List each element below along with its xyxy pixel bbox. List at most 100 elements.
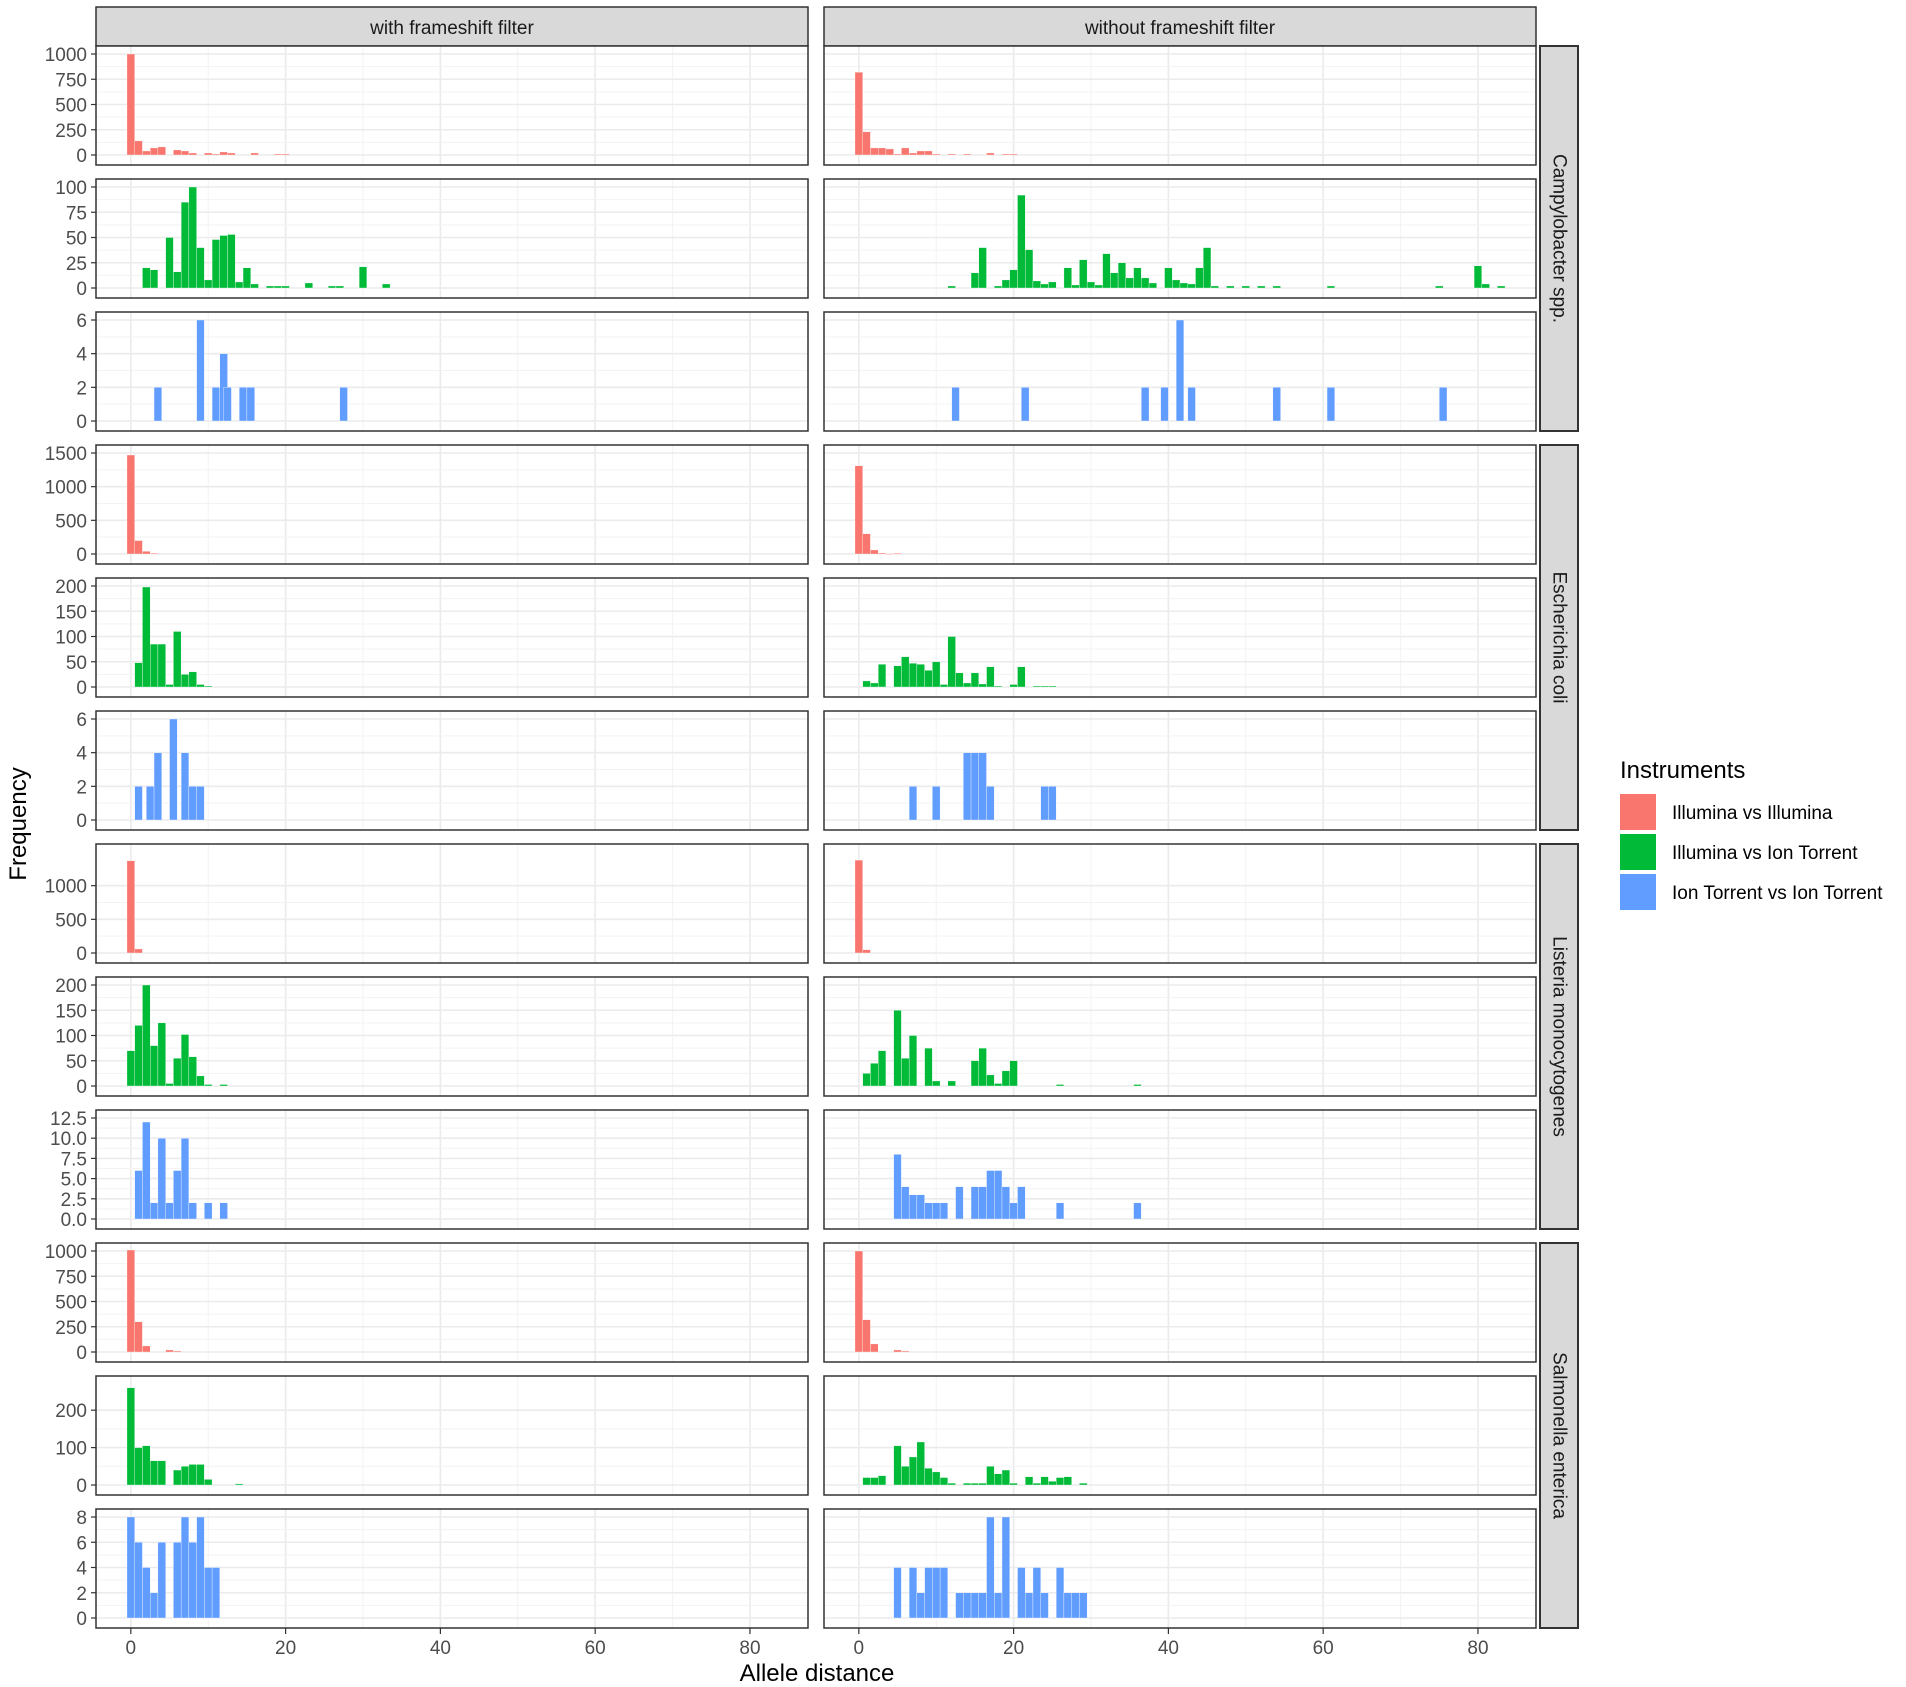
histogram-bar <box>227 234 236 289</box>
histogram-bar <box>901 1058 910 1087</box>
histogram-bar <box>188 786 197 821</box>
histogram-bar <box>970 272 979 289</box>
histogram-bar <box>939 1477 949 1486</box>
histogram-bar <box>963 153 972 156</box>
histogram-bar <box>1001 1469 1010 1486</box>
y-tick-label: 0 <box>76 146 87 167</box>
y-tick-label: 2 <box>76 378 87 399</box>
histogram-bar <box>180 674 190 688</box>
histogram-bar <box>250 283 259 289</box>
histogram-bar <box>970 752 979 821</box>
histogram-bar <box>1141 277 1150 289</box>
panel-background <box>824 46 1536 165</box>
histogram-bar <box>196 1464 205 1486</box>
x-tick-label-without-filter: 0 <box>854 1638 865 1659</box>
histogram-bar <box>134 1170 143 1220</box>
histogram-bar <box>235 1483 244 1486</box>
y-tick-label: 4 <box>76 345 87 366</box>
histogram-bar <box>893 1349 902 1353</box>
y-tick-label: 750 <box>55 1267 87 1288</box>
histogram-bar <box>1179 282 1188 289</box>
histogram-bar <box>126 1516 135 1619</box>
histogram-bar <box>273 285 282 289</box>
histogram-bar <box>173 631 182 688</box>
legend-key-illumina-vs-illumina <box>1620 794 1656 830</box>
histogram-bar <box>955 1186 964 1220</box>
histogram-bar <box>1040 1592 1049 1619</box>
y-tick-label: 200 <box>55 976 87 997</box>
histogram-bar <box>1326 387 1335 422</box>
y-axis-title: Frequency <box>5 767 32 880</box>
histogram-bar <box>165 1083 174 1087</box>
panel-background <box>824 1243 1536 1362</box>
histogram-bar <box>963 1482 972 1486</box>
histogram-bar <box>1148 282 1157 289</box>
y-tick-label: 0 <box>76 545 87 566</box>
y-tick-label: 1000 <box>45 478 87 499</box>
histogram-bar <box>173 149 182 156</box>
histogram-bar <box>1203 247 1212 289</box>
histogram-bar <box>219 151 228 156</box>
histogram-bar <box>281 153 290 156</box>
histogram-bar <box>165 684 174 688</box>
histogram-bar <box>204 1084 213 1087</box>
panel-listeria-monocytogenes-illumina-vs-illumina-without-filter <box>823 843 1537 964</box>
histogram-bar <box>1009 684 1018 688</box>
y-tick-label: 1000 <box>45 877 87 898</box>
y-tick-label: 50 <box>66 653 87 674</box>
histogram-bar <box>149 1460 159 1486</box>
panel-escherichia-coli-illumina-vs-ion-torrent-with-filter <box>95 577 809 698</box>
histogram-bar <box>180 1466 190 1486</box>
histogram-bar <box>146 786 155 821</box>
histogram-bar <box>970 1592 979 1619</box>
panel-background <box>824 445 1536 564</box>
histogram-bar <box>126 1249 135 1353</box>
histogram-bar <box>870 1477 879 1486</box>
histogram-bar <box>1439 387 1448 422</box>
histogram-bar <box>877 552 887 555</box>
histogram-bar <box>1272 285 1281 289</box>
y-tick-label: 6 <box>76 1533 87 1554</box>
panel-escherichia-coli-illumina-vs-illumina-with-filter <box>95 444 809 565</box>
histogram-bar <box>196 786 205 821</box>
histogram-bar <box>963 1592 972 1619</box>
histogram-bar <box>854 1250 863 1353</box>
legend-label-ion-torrent-vs-ion-torrent: Ion Torrent vs Ion Torrent <box>1672 883 1883 904</box>
histogram-bar <box>901 1350 910 1353</box>
histogram-bar <box>142 1445 151 1486</box>
panel-campylobacter-spp-illumina-vs-illumina-with-filter <box>95 45 809 166</box>
histogram-bar <box>173 1350 182 1353</box>
histogram-bar <box>862 131 871 156</box>
y-tick-label: 100 <box>55 1027 87 1048</box>
histogram-bar <box>173 271 182 289</box>
histogram-bar <box>335 285 344 289</box>
histogram-bar <box>188 186 197 289</box>
x-axis-title: Allele distance <box>740 1660 895 1687</box>
histogram-bar <box>180 201 190 289</box>
histogram-bar <box>1048 1481 1057 1486</box>
panel-salmonella-enterica-illumina-vs-illumina-without-filter <box>823 1242 1537 1363</box>
histogram-bar <box>1048 685 1057 688</box>
histogram-bar <box>188 1202 197 1220</box>
panel-listeria-monocytogenes-illumina-vs-ion-torrent-without-filter <box>823 976 1537 1097</box>
histogram-bar <box>862 1073 871 1087</box>
y-tick-label: 100 <box>55 1439 87 1460</box>
histogram-bar <box>1117 262 1127 289</box>
histogram-bar <box>1048 281 1057 289</box>
histogram-bar <box>1021 387 1030 422</box>
x-tick-label-without-filter: 80 <box>1467 1638 1488 1659</box>
histogram-bar <box>862 533 871 555</box>
histogram-bar <box>1125 277 1134 289</box>
histogram-bar <box>188 152 197 156</box>
species-strip-label-listeria-monocytogenes: Listeria monocytogenes <box>1549 936 1570 1137</box>
histogram-bar <box>924 1567 933 1619</box>
histogram-bar <box>196 1516 205 1619</box>
histogram-bar <box>924 1467 933 1486</box>
histogram-bar <box>1040 685 1049 688</box>
histogram-bar <box>188 1542 197 1619</box>
legend-title: Instruments <box>1620 757 1745 784</box>
panel-campylobacter-spp-ion-torrent-vs-ion-torrent-without-filter <box>823 311 1537 432</box>
histogram-bar <box>1079 1592 1088 1619</box>
histogram-bar <box>1009 1060 1018 1087</box>
histogram-bar <box>951 387 960 422</box>
